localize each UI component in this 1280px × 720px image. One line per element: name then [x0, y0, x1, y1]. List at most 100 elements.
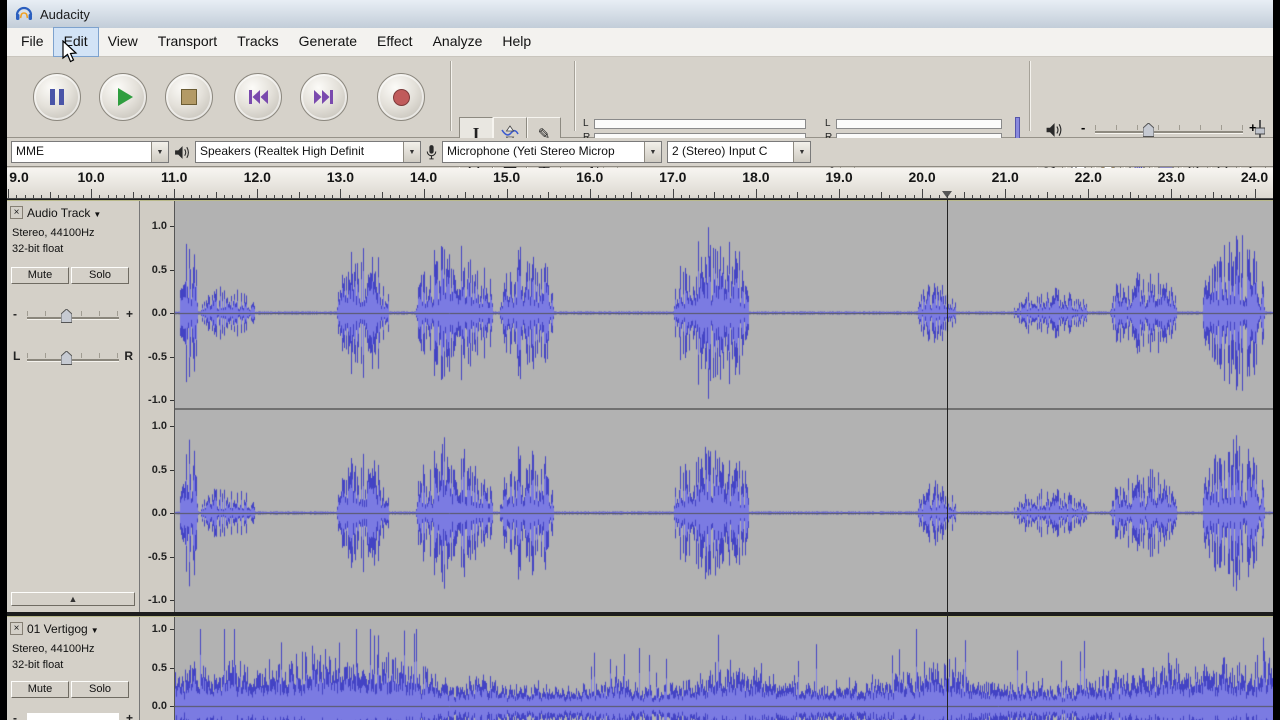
timeline-label: 20.0: [908, 169, 935, 185]
pan-slider-thumb[interactable]: [61, 351, 72, 370]
track2-close-button[interactable]: ×: [10, 622, 23, 635]
stop-icon: [181, 89, 197, 105]
timeline-minor-tick: [980, 195, 981, 198]
track2-title-menu[interactable]: 01 Vertigog▼: [27, 622, 99, 636]
timeline-minor-tick: [964, 192, 965, 198]
pause-button[interactable]: [33, 73, 81, 121]
stop-button[interactable]: [165, 73, 213, 121]
vertical-ruler-tick: [170, 226, 174, 227]
track2-waveform-area: [175, 617, 1273, 720]
timeline-minor-tick: [1221, 195, 1222, 198]
skip-to-start-button[interactable]: [234, 73, 282, 121]
timeline-tick: [1255, 189, 1256, 198]
play-button[interactable]: [99, 73, 147, 121]
timeline-minor-tick: [1072, 195, 1073, 198]
track1-pan-slider[interactable]: L R: [11, 347, 135, 369]
vertical-ruler-label: 0.0: [152, 507, 167, 519]
track1-title-menu[interactable]: Audio Track▼: [27, 206, 101, 220]
track2-solo-button[interactable]: Solo: [71, 681, 129, 698]
gain-max-label: +: [126, 711, 133, 720]
skip-to-end-button[interactable]: [300, 73, 348, 121]
timeline-minor-tick: [723, 195, 724, 198]
timeline-minor-tick: [1022, 195, 1023, 198]
input-device-select[interactable]: Microphone (Yeti Stereo Microp ▼: [442, 141, 662, 163]
menu-item-help[interactable]: Help: [492, 28, 541, 56]
timeline-minor-tick: [515, 195, 516, 198]
timeline-minor-tick: [1238, 195, 1239, 198]
track1-right-channel-waveform[interactable]: [175, 410, 1273, 611]
gain-slider-track: [27, 317, 119, 320]
vertical-ruler-tick: [170, 426, 174, 427]
toolbar-separator: [574, 61, 576, 131]
timeline-minor-tick: [739, 195, 740, 198]
timeline-tick: [922, 189, 923, 198]
track2-format-label: Stereo, 44100Hz: [12, 643, 95, 655]
timeline-minor-tick: [648, 195, 649, 198]
audio-host-select[interactable]: MME ▼: [11, 141, 169, 163]
vertical-ruler-tick: [170, 400, 174, 401]
timeline-minor-tick: [382, 192, 383, 198]
menu-item-tracks[interactable]: Tracks: [227, 28, 288, 56]
vertical-ruler-label: 0.5: [152, 264, 167, 276]
track1-left-channel-waveform[interactable]: [175, 203, 1273, 408]
record-button[interactable]: [377, 73, 425, 121]
timeline-minor-tick: [41, 195, 42, 198]
timeline-minor-tick: [407, 195, 408, 198]
timeline-minor-tick: [706, 195, 707, 198]
timeline-minor-tick: [266, 195, 267, 198]
vertical-ruler-tick: [170, 270, 174, 271]
track1-vertical-ruler[interactable]: 1.00.50.0-0.5-1.01.00.50.0-0.5-1.0: [140, 201, 175, 612]
timeline-minor-tick: [1163, 195, 1164, 198]
speaker-icon: [174, 145, 190, 160]
chevron-down-icon[interactable]: ▼: [644, 142, 661, 162]
timeline-minor-tick: [1105, 195, 1106, 198]
vertical-ruler-tick: [170, 470, 174, 471]
chevron-down-icon[interactable]: ▼: [403, 142, 420, 162]
output-volume-slider[interactable]: [1095, 131, 1243, 134]
input-channels-select[interactable]: 2 (Stereo) Input C ▼: [667, 141, 811, 163]
track2-gain-slider[interactable]: - +: [11, 709, 135, 720]
timeline-minor-tick: [199, 195, 200, 198]
track2-depth-label: 32-bit float: [12, 659, 63, 671]
timeline-minor-tick: [1130, 192, 1131, 198]
timeline-minor-tick: [731, 195, 732, 198]
vertical-ruler-tick: [170, 600, 174, 601]
timeline-minor-tick: [822, 195, 823, 198]
track1-gain-slider[interactable]: - +: [11, 305, 135, 327]
vertical-ruler-tick: [170, 513, 174, 514]
timeline-minor-tick: [997, 195, 998, 198]
vertical-ruler-tick: [170, 668, 174, 669]
timeline-minor-tick: [50, 192, 51, 198]
output-volume-min-label: -: [1081, 120, 1085, 135]
menu-item-transport[interactable]: Transport: [148, 28, 227, 56]
timeline-minor-tick: [307, 195, 308, 198]
track1-solo-button[interactable]: Solo: [71, 267, 129, 284]
timeline-label: 12.0: [244, 169, 271, 185]
menu-item-file[interactable]: File: [11, 28, 54, 56]
device-toolbar: MME ▼ Speakers (Realtek High Definit ▼ M…: [7, 138, 1273, 167]
timeline-minor-tick: [183, 195, 184, 198]
timeline-ruler[interactable]: 9.010.011.012.013.014.015.016.017.018.01…: [7, 168, 1273, 199]
track-audio-track: × Audio Track▼ Stereo, 44100Hz 32-bit fl…: [7, 200, 1273, 612]
track2-mute-button[interactable]: Mute: [11, 681, 69, 698]
menu-item-view[interactable]: View: [98, 28, 148, 56]
timeline-minor-tick: [191, 195, 192, 198]
timeline-tick: [340, 189, 341, 198]
gain-slider-thumb[interactable]: [61, 309, 72, 328]
menu-item-effect[interactable]: Effect: [367, 28, 423, 56]
menu-item-analyze[interactable]: Analyze: [423, 28, 493, 56]
timeline-tick: [756, 189, 757, 198]
track1-format-label: Stereo, 44100Hz: [12, 227, 95, 239]
track2-vertical-ruler[interactable]: 1.00.50.0: [140, 617, 175, 720]
timeline-minor-tick: [274, 195, 275, 198]
chevron-down-icon[interactable]: ▼: [151, 142, 168, 162]
chevron-down-icon[interactable]: ▼: [793, 142, 810, 162]
track1-mute-button[interactable]: Mute: [11, 267, 69, 284]
track2-left-channel-waveform[interactable]: [175, 619, 1273, 720]
track1-close-button[interactable]: ×: [10, 206, 23, 219]
pan-slider-ticks: [27, 353, 119, 358]
menu-item-generate[interactable]: Generate: [289, 28, 367, 56]
output-device-select[interactable]: Speakers (Realtek High Definit ▼: [195, 141, 421, 163]
track1-collapse-button[interactable]: ▲: [11, 592, 135, 606]
timeline-minor-tick: [465, 192, 466, 198]
